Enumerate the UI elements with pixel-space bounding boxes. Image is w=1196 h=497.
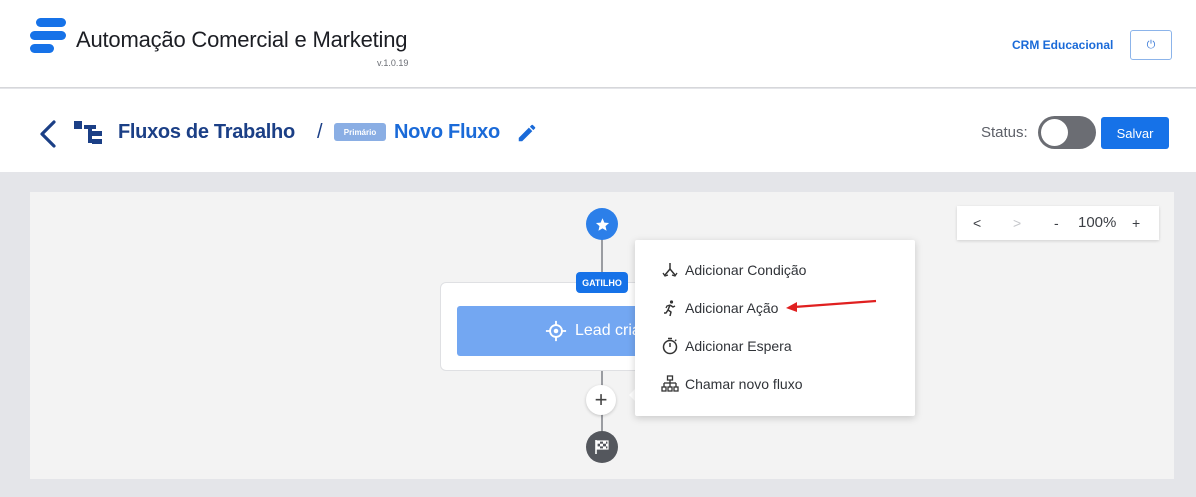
menu-item-call-flow[interactable]: Chamar novo fluxo xyxy=(661,373,803,395)
sitemap-icon xyxy=(661,375,679,392)
menu-item-label: Adicionar Ação xyxy=(685,300,779,316)
connector-line xyxy=(601,370,603,386)
split-icon xyxy=(662,263,678,277)
menu-item-label: Chamar novo fluxo xyxy=(685,376,803,392)
connector-line xyxy=(601,414,603,432)
zoom-out-button[interactable]: - xyxy=(1054,215,1059,231)
zoom-prev-button[interactable]: < xyxy=(973,215,981,231)
plus-icon: + xyxy=(594,387,608,412)
zoom-next-button[interactable]: > xyxy=(1013,215,1021,231)
pencil-edit-icon[interactable] xyxy=(516,122,538,144)
app-title: Automação Comercial e Marketing xyxy=(76,27,408,52)
menu-item-add-action[interactable]: Adicionar Ação xyxy=(661,297,778,319)
checkered-flag-icon xyxy=(595,440,609,454)
workflow-canvas[interactable]: < > - 100% + Lead criado GATILHO + xyxy=(30,192,1174,479)
zoom-level: 100% xyxy=(1078,214,1117,231)
end-node[interactable] xyxy=(586,431,618,463)
primary-badge: Primário xyxy=(334,123,386,141)
app-logo-icon xyxy=(30,18,66,53)
crm-educacional-link[interactable]: CRM Educacional xyxy=(1012,38,1113,52)
menu-item-label: Adicionar Condição xyxy=(685,262,807,278)
app-version: v.1.0.19 xyxy=(377,58,409,68)
add-step-menu: Adicionar Condição Adicionar Ação Adicio… xyxy=(635,240,915,416)
back-arrow-icon[interactable] xyxy=(38,119,58,149)
zoom-controls: < > - 100% + xyxy=(957,206,1159,240)
trigger-tag: GATILHO xyxy=(576,272,628,293)
status-toggle[interactable] xyxy=(1038,116,1096,149)
power-icon: ⏻ xyxy=(1146,38,1156,51)
logout-button[interactable]: ⏻ xyxy=(1130,30,1172,60)
start-node[interactable] xyxy=(586,208,618,240)
star-icon xyxy=(595,217,609,231)
crosshair-icon xyxy=(545,320,567,342)
breadcrumb-separator: / xyxy=(317,121,323,143)
red-annotation-arrow-icon xyxy=(786,299,877,312)
add-step-button[interactable]: + xyxy=(586,385,616,415)
flow-name-title: Novo Fluxo xyxy=(394,121,500,143)
status-label: Status: xyxy=(981,124,1028,141)
toggle-knob xyxy=(1041,119,1068,146)
stopwatch-icon xyxy=(662,337,678,355)
menu-item-add-condition[interactable]: Adicionar Condição xyxy=(661,259,806,281)
workflow-icon xyxy=(74,121,102,144)
running-person-icon xyxy=(664,300,676,317)
menu-item-add-wait[interactable]: Adicionar Espera xyxy=(661,335,792,357)
top-header: Automação Comercial e Marketing v.1.0.19… xyxy=(0,0,1196,88)
save-button[interactable]: Salvar xyxy=(1101,117,1169,149)
breadcrumb-workflows[interactable]: Fluxos de Trabalho xyxy=(118,121,295,144)
menu-item-label: Adicionar Espera xyxy=(685,338,792,354)
zoom-in-button[interactable]: + xyxy=(1132,215,1140,231)
connector-line xyxy=(601,238,603,274)
page-toolbar: Fluxos de Trabalho / Primário Novo Fluxo… xyxy=(0,89,1196,172)
